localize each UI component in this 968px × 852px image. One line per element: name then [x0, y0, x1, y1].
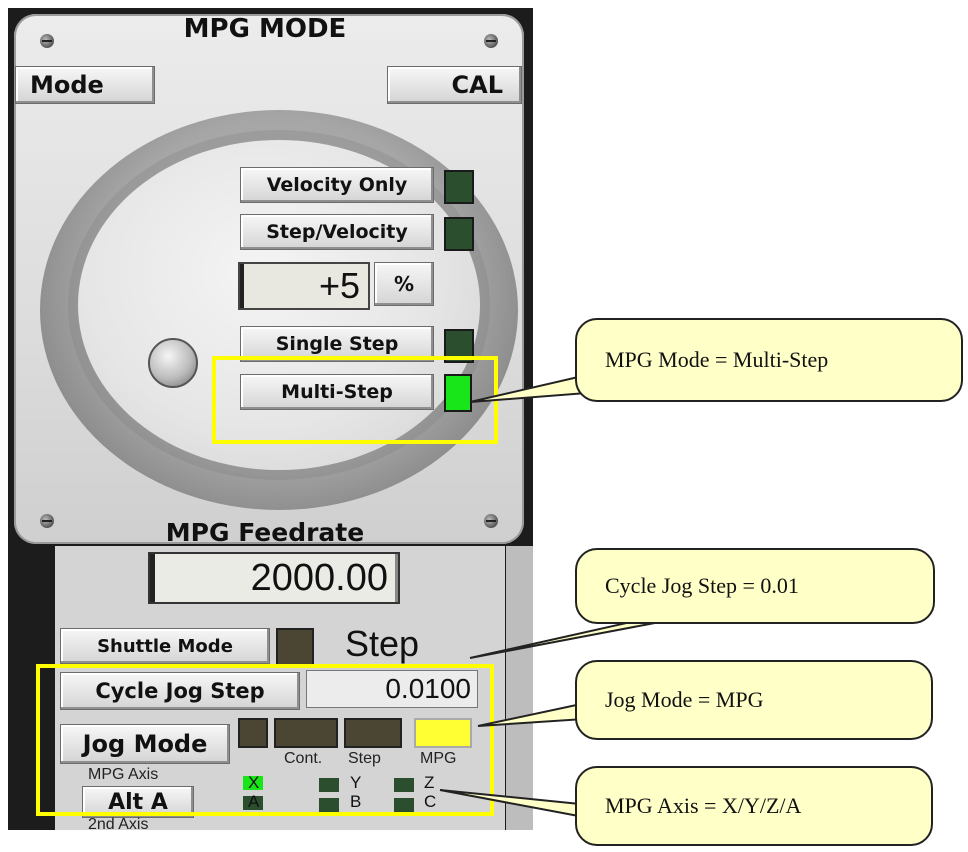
- callout-mpg-axis: MPG Axis = X/Y/Z/A: [575, 766, 933, 846]
- callout-cycle-jog-step: Cycle Jog Step = 0.01: [575, 548, 935, 624]
- callout-mpg-mode: MPG Mode = Multi-Step: [575, 318, 963, 402]
- callout-jog-mode: Jog Mode = MPG: [575, 660, 933, 740]
- cycle-jog-pointer: [469, 618, 661, 659]
